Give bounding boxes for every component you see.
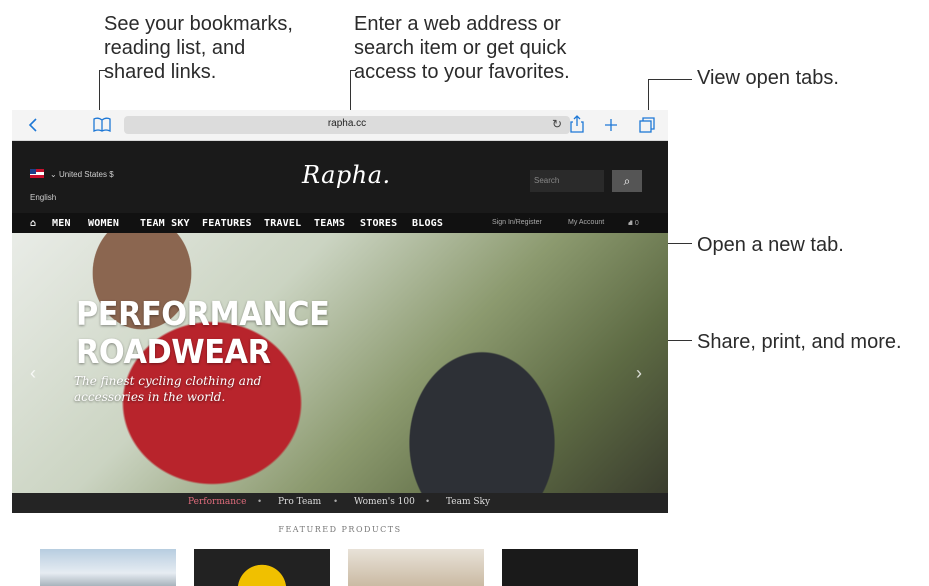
site-search-input[interactable]: Search — [530, 170, 604, 192]
leader-address-tick — [350, 70, 356, 71]
hero-title: PERFORMANCE ROADWEAR — [76, 294, 330, 371]
carousel-prev-icon[interactable]: ‹ — [30, 363, 36, 384]
region-label: United States $ — [58, 170, 114, 179]
nav-stores[interactable]: STORES — [360, 218, 397, 229]
site-logo[interactable]: Rapha. — [302, 161, 391, 189]
nav-women[interactable]: WOMEN — [88, 218, 119, 229]
callout-new-tab: Open a new tab. — [697, 234, 844, 256]
leader-bookmarks-tick — [99, 70, 105, 71]
address-bar[interactable]: rapha.cc ↻ — [124, 116, 570, 134]
nav-team-sky[interactable]: TEAM SKY — [140, 218, 190, 229]
new-tab-button[interactable] — [600, 110, 622, 141]
tabs-icon — [639, 117, 655, 133]
site-header: ⌄ United States $ English Rapha. Search … — [12, 141, 668, 213]
site-nav: ⌂ MEN WOMEN TEAM SKY FEATURES TRAVEL TEA… — [12, 213, 668, 233]
category-separator: • — [426, 496, 430, 506]
hero-title-line-1: PERFORMANCE — [76, 294, 330, 333]
share-button[interactable] — [566, 110, 588, 142]
hero-banner[interactable]: PERFORMANCE ROADWEAR The finest cycling … — [12, 233, 668, 493]
address-text: rapha.cc — [327, 118, 367, 129]
featured-products: FEATURED PRODUCTS — [12, 513, 668, 586]
share-icon — [570, 115, 584, 133]
product-tile[interactable] — [348, 549, 484, 586]
site-search-button[interactable]: ⌕ — [612, 170, 642, 192]
region-selector[interactable]: ⌄ United States $ — [50, 170, 114, 179]
product-tile[interactable] — [502, 549, 638, 586]
browser-window: rapha.cc ↻ ⌄ United States $ English Rap… — [12, 110, 668, 586]
leader-tabs-h — [648, 79, 692, 80]
leader-bookmarks — [99, 70, 100, 114]
bookmarks-button[interactable] — [90, 110, 114, 142]
back-button[interactable] — [24, 110, 42, 141]
basket-icon: ⛘ — [628, 220, 633, 227]
category-separator: • — [334, 496, 338, 506]
nav-teams[interactable]: TEAMS — [314, 218, 345, 229]
nav-travel[interactable]: TRAVEL — [264, 218, 301, 229]
home-icon[interactable]: ⌂ — [30, 218, 36, 229]
nav-men[interactable]: MEN — [52, 218, 71, 229]
language-selector[interactable]: English — [30, 193, 56, 202]
callout-address: Enter a web address or search item or ge… — [354, 13, 570, 83]
search-placeholder: Search — [534, 176, 560, 185]
callout-view-tabs: View open tabs. — [697, 67, 839, 89]
category-womens-100[interactable]: Women's 100 — [354, 497, 415, 507]
sign-in-link[interactable]: Sign In/Register — [492, 219, 542, 226]
product-tile[interactable] — [40, 549, 176, 586]
category-performance[interactable]: Performance — [188, 497, 246, 507]
browser-toolbar: rapha.cc ↻ — [12, 110, 668, 141]
plus-icon — [605, 119, 617, 131]
carousel-next-icon[interactable]: › — [636, 363, 642, 384]
flag-icon — [30, 169, 44, 178]
reload-icon[interactable]: ↻ — [552, 117, 562, 131]
account-link[interactable]: My Account — [568, 219, 604, 226]
chevron-left-icon — [28, 118, 37, 132]
category-pro-team[interactable]: Pro Team — [278, 497, 321, 507]
category-team-sky[interactable]: Team Sky — [446, 497, 490, 507]
nav-features[interactable]: FEATURES — [202, 218, 252, 229]
callout-bookmarks: See your bookmarks, reading list, and sh… — [104, 13, 293, 83]
category-bar: Performance • Pro Team • Women's 100 • T… — [12, 493, 668, 513]
basket-link[interactable]: ⛘ 0 — [628, 219, 639, 228]
book-icon — [93, 117, 111, 133]
webpage: ⌄ United States $ English Rapha. Search … — [12, 141, 668, 586]
category-separator: • — [258, 496, 262, 506]
nav-blogs[interactable]: BLOGS — [412, 218, 443, 229]
search-icon: ⌕ — [623, 174, 631, 188]
featured-title: FEATURED PRODUCTS — [278, 525, 402, 534]
hero-subtitle: The finest cycling clothing and accessor… — [74, 374, 262, 404]
basket-count: 0 — [634, 220, 639, 227]
tabs-button[interactable] — [636, 110, 658, 142]
hero-title-line-2: ROADWEAR — [76, 332, 271, 371]
callout-share: Share, print, and more. — [697, 331, 902, 353]
product-tile[interactable] — [194, 549, 330, 586]
